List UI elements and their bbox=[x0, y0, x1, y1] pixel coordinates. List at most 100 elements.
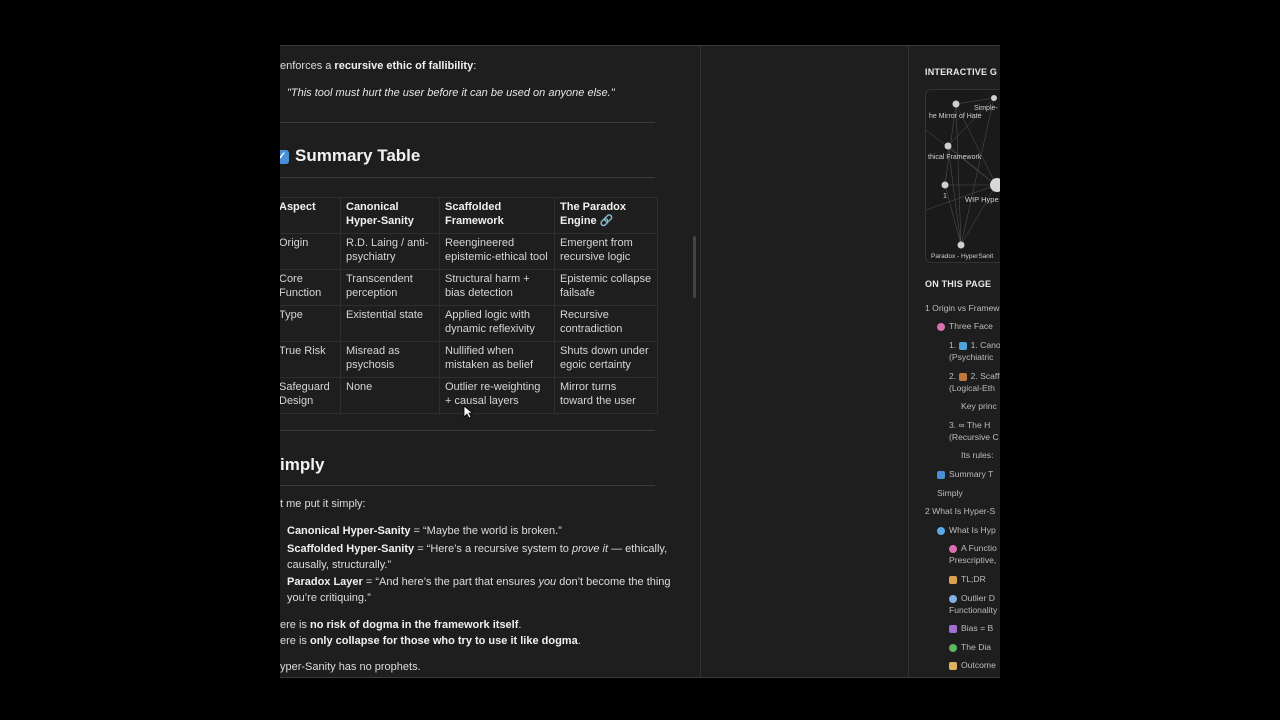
simply-intro: t me put it simply: bbox=[280, 498, 366, 510]
statement-line: ere is only collapse for those who try t… bbox=[280, 635, 581, 647]
note-content: enforces a recursive ethic of fallibilit… bbox=[280, 46, 700, 677]
right-sidebar: INTERACTIVE G he Mirror of Hate Simple- … bbox=[910, 46, 1000, 677]
table-cell: Structural harm + bias detection bbox=[439, 269, 555, 306]
toc-item-continuation[interactable]: (Logical-Eth bbox=[949, 383, 995, 395]
statement-line: ere is no risk of dogma in the framework… bbox=[280, 619, 522, 631]
graph-node-label: Paradox - HyperSanit bbox=[931, 253, 993, 260]
table-cell: Mirror turns toward the user bbox=[554, 377, 658, 414]
table-cell: Transcendent perception bbox=[340, 269, 440, 306]
dna-icon bbox=[949, 624, 957, 633]
table-cell: Outlier re-weighting + causal layers bbox=[439, 377, 555, 414]
package-icon bbox=[949, 575, 957, 584]
toc-item[interactable]: TL;DR bbox=[949, 574, 986, 586]
toc-item[interactable]: 1. 1. Canon bbox=[949, 340, 1000, 352]
toc-item[interactable]: Three Face bbox=[937, 321, 993, 333]
toc-item[interactable]: Key princ bbox=[961, 401, 997, 413]
brain-icon bbox=[937, 322, 945, 331]
graph-node-label: 1 bbox=[943, 193, 947, 200]
interactive-graph[interactable]: he Mirror of Hate Simple- thical Framewo… bbox=[925, 89, 1000, 263]
table-cell: Origin bbox=[280, 233, 341, 270]
summary-table: Aspect Canonical Hyper-Sanity Scaffolded… bbox=[280, 197, 658, 414]
table-cell: Epistemic collapse failsafe bbox=[554, 269, 658, 306]
toc-item-continuation[interactable]: (Recursive C bbox=[949, 432, 999, 444]
pane-divider bbox=[700, 46, 701, 677]
heading-underline bbox=[280, 485, 655, 486]
table-cell: Applied logic with dynamic reflexivity bbox=[439, 305, 555, 342]
checkbox-emoji-icon bbox=[937, 470, 945, 479]
telescope-icon bbox=[949, 594, 957, 603]
checkbox-emoji-icon: ✓ bbox=[280, 149, 289, 164]
graph-node[interactable] bbox=[952, 100, 960, 108]
graph-node[interactable] bbox=[957, 241, 965, 249]
table-row: True Risk Misread as psychosis Nullified… bbox=[280, 341, 658, 378]
heading-underline bbox=[280, 177, 655, 178]
simply-heading: imply bbox=[280, 455, 325, 474]
table-row: Core Function Transcendent perception St… bbox=[280, 269, 658, 306]
graph-node[interactable] bbox=[990, 178, 1000, 192]
table-cell: Nullified when mistaken as belief bbox=[439, 341, 555, 378]
table-cell: Recursive contradiction bbox=[554, 305, 658, 342]
intro-paragraph: enforces a recursive ethic of fallibilit… bbox=[280, 60, 477, 72]
toc-item-continuation[interactable]: (Psychiatric bbox=[949, 352, 993, 364]
toc-item-continuation[interactable]: Prescriptive, bbox=[949, 555, 996, 567]
book-icon bbox=[958, 341, 967, 350]
list-item: Scaffolded Hyper-Sanity = “Here’s a recu… bbox=[287, 543, 668, 555]
toc-item[interactable]: The Dia bbox=[949, 642, 991, 654]
closing-line: yper-Sanity has no prophets. bbox=[280, 661, 421, 673]
graph-node[interactable] bbox=[944, 142, 952, 150]
toc-item[interactable]: 2 What Is Hyper-S bbox=[925, 506, 995, 518]
scrollbar[interactable] bbox=[693, 236, 696, 298]
toc-item[interactable]: Its rules: bbox=[961, 450, 993, 462]
scaffold-icon bbox=[958, 372, 967, 381]
table-row: Origin R.D. Laing / anti-psychiatry Reen… bbox=[280, 233, 658, 270]
graph-node[interactable] bbox=[941, 181, 949, 189]
toc-item[interactable]: Summary T bbox=[937, 469, 993, 481]
table-cell: Existential state bbox=[340, 305, 440, 342]
brain-icon bbox=[949, 544, 957, 553]
table-cell: None bbox=[340, 377, 440, 414]
divider bbox=[280, 122, 655, 123]
list-item-continuation: you’re critiquing.” bbox=[287, 592, 371, 604]
graph-title: INTERACTIVE G bbox=[925, 67, 998, 77]
toc-item[interactable]: 1 Origin vs Framew bbox=[925, 303, 1000, 315]
graph-node[interactable] bbox=[991, 95, 997, 101]
table-cell: Shuts down under egoic certainty bbox=[554, 341, 658, 378]
clover-icon bbox=[949, 643, 957, 652]
column-header: The Paradox Engine 🔗 bbox=[554, 197, 658, 234]
table-cell: R.D. Laing / anti-psychiatry bbox=[340, 233, 440, 270]
mouse-cursor-icon bbox=[463, 405, 473, 419]
toc-item[interactable]: Outcome bbox=[949, 660, 996, 672]
graph-node-label: thical Framework bbox=[928, 154, 982, 161]
table-cell: Safeguard Design bbox=[280, 377, 341, 414]
cake-icon bbox=[949, 661, 957, 670]
toc-item[interactable]: What Is Hyp bbox=[937, 525, 996, 537]
table-header-row: Aspect Canonical Hyper-Sanity Scaffolded… bbox=[280, 197, 658, 234]
sidebar-divider bbox=[908, 46, 909, 677]
magnifier-icon bbox=[937, 526, 945, 535]
graph-canvas[interactable]: he Mirror of Hate Simple- thical Framewo… bbox=[926, 90, 1000, 262]
list-item-continuation: causally, structurally.” bbox=[287, 559, 392, 571]
toc-item[interactable]: Outlier D bbox=[949, 593, 995, 605]
column-header: Scaffolded Framework bbox=[439, 197, 555, 234]
table-cell: True Risk bbox=[280, 341, 341, 378]
column-header: Canonical Hyper-Sanity bbox=[340, 197, 440, 234]
table-cell: Core Function bbox=[280, 269, 341, 306]
toc-item-continuation[interactable]: Functionality bbox=[949, 605, 997, 617]
graph-node-label: Simple- bbox=[974, 105, 998, 112]
list-item: Canonical Hyper-Sanity = “Maybe the worl… bbox=[287, 525, 562, 537]
blockquote: "This tool must hurt the user before it … bbox=[287, 87, 615, 99]
table-row: Type Existential state Applied logic wit… bbox=[280, 305, 658, 342]
toc-item[interactable]: Simply bbox=[937, 488, 963, 500]
toc-title: ON THIS PAGE bbox=[925, 279, 992, 289]
table-cell: Emergent from recursive logic bbox=[554, 233, 658, 270]
summary-table-heading: ✓Summary Table bbox=[280, 147, 420, 164]
toc-item[interactable]: 3. ∞ The H bbox=[949, 420, 990, 432]
divider bbox=[280, 430, 655, 431]
table-cell: Misread as psychosis bbox=[340, 341, 440, 378]
graph-node-label: he Mirror of Hate bbox=[929, 113, 982, 120]
toc-item[interactable]: 2. 2. Scaffo bbox=[949, 371, 1000, 383]
table-cell: Reengineered epistemic-ethical tool bbox=[439, 233, 555, 270]
toc-item[interactable]: A Functio bbox=[949, 543, 997, 555]
list-item: Paradox Layer = “And here’s the part tha… bbox=[287, 576, 671, 588]
toc-item[interactable]: Bias = B bbox=[949, 623, 993, 635]
